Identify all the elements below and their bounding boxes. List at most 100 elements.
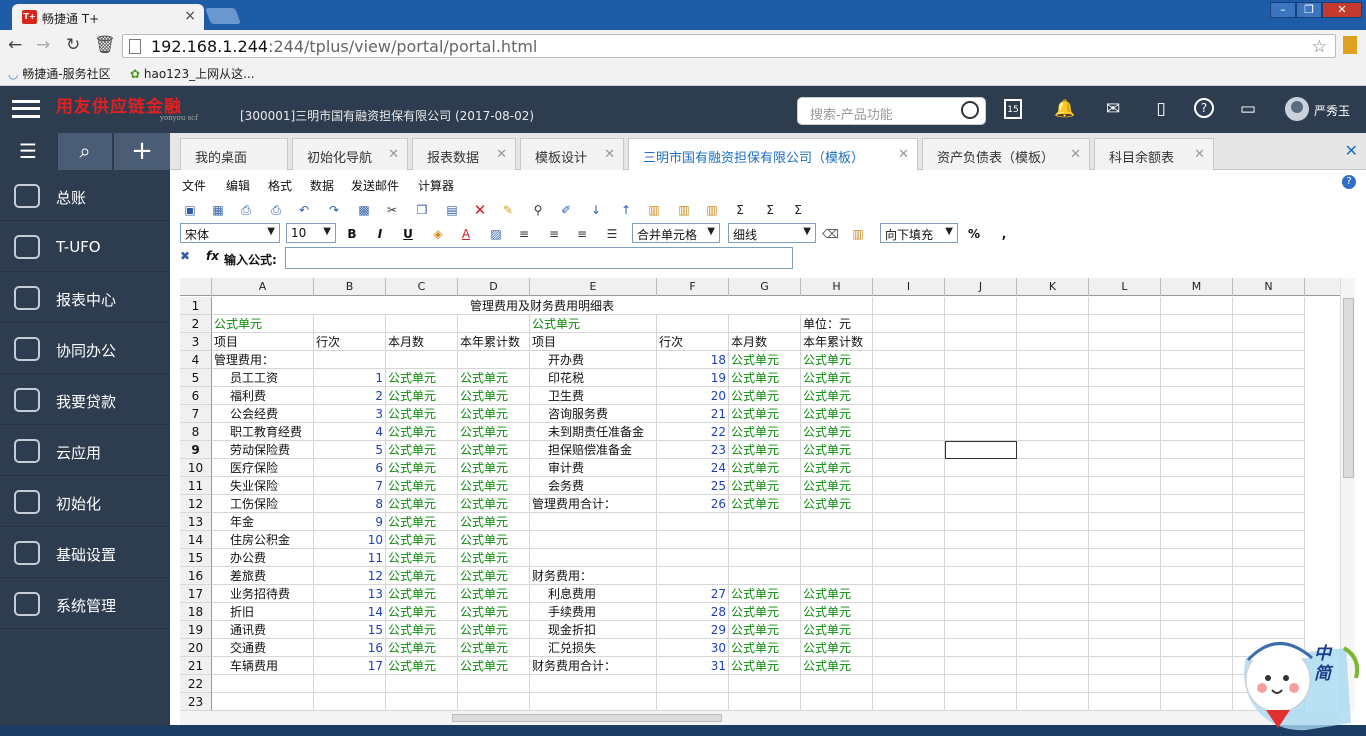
table-cell[interactable]: 公式单元	[729, 495, 801, 513]
table-cell[interactable]	[873, 621, 945, 639]
table-cell[interactable]	[314, 675, 386, 693]
table-cell[interactable]: 公式单元	[801, 657, 873, 675]
sum-col-icon[interactable]: Σ	[790, 202, 806, 218]
table-cell[interactable]: 职工教育经费	[212, 423, 314, 441]
tab-close-icon[interactable]: ✕	[388, 147, 399, 162]
table-cell[interactable]	[873, 657, 945, 675]
table-cell[interactable]	[801, 693, 873, 711]
table-cell[interactable]: 9	[314, 513, 386, 531]
bookmark-item[interactable]: ◡ 畅捷通-服务社区	[8, 65, 111, 82]
help-circle-icon[interactable]: ?	[1342, 175, 1356, 189]
bookmark-star-icon[interactable]: ☆	[1312, 37, 1327, 57]
sidebar-search-icon[interactable]: ⌕	[58, 133, 112, 170]
table-cell[interactable]: 本年累计数	[458, 333, 530, 351]
column-header[interactable]: M	[1161, 278, 1233, 296]
table-cell[interactable]	[873, 333, 945, 351]
table-cell[interactable]: 公式单元	[386, 549, 458, 567]
table-cell[interactable]: 公式单元	[386, 423, 458, 441]
table-cell[interactable]	[1017, 549, 1089, 567]
table-cell[interactable]	[873, 405, 945, 423]
table-cell[interactable]: 公式单元	[729, 477, 801, 495]
table-cell[interactable]	[458, 315, 530, 333]
table-cell[interactable]	[1089, 657, 1161, 675]
table-cell[interactable]	[1161, 693, 1233, 711]
table-cell[interactable]: 公式单元	[386, 621, 458, 639]
table-cell[interactable]: 30	[657, 639, 729, 657]
table-cell[interactable]	[530, 675, 657, 693]
tab-close-icon[interactable]: ×	[184, 8, 196, 24]
table-cell[interactable]	[1089, 567, 1161, 585]
table-cell[interactable]: 5	[314, 441, 386, 459]
select-all-corner[interactable]	[180, 278, 212, 296]
table-cell[interactable]	[945, 495, 1017, 513]
new-tab-button[interactable]	[205, 8, 241, 24]
table-cell[interactable]	[1089, 351, 1161, 369]
table-cell[interactable]	[458, 675, 530, 693]
table-cell[interactable]	[873, 693, 945, 711]
table-cell[interactable]	[1161, 297, 1233, 315]
table-cell[interactable]	[1161, 513, 1233, 531]
maximize-button[interactable]: ❐	[1296, 2, 1322, 18]
table-cell[interactable]	[1089, 423, 1161, 441]
table-cell[interactable]	[1017, 675, 1089, 693]
grid-icon[interactable]: ▩	[356, 202, 372, 218]
table-cell[interactable]: 员工工资	[212, 369, 314, 387]
table-cell[interactable]: 会务费	[530, 477, 657, 495]
table-cell[interactable]	[873, 459, 945, 477]
table-cell[interactable]	[729, 549, 801, 567]
table-cell[interactable]	[1161, 549, 1233, 567]
table-cell[interactable]	[1017, 351, 1089, 369]
table-cell[interactable]: 公式单元	[386, 369, 458, 387]
help-icon[interactable]: ?	[1194, 98, 1214, 118]
table-cell[interactable]	[945, 585, 1017, 603]
column-header[interactable]: G	[729, 278, 801, 296]
cut-icon[interactable]: ✂	[384, 202, 400, 218]
row-header[interactable]: 17	[180, 585, 212, 603]
table-cell[interactable]	[1089, 639, 1161, 657]
table-cell[interactable]	[729, 675, 801, 693]
row-header[interactable]: 19	[180, 621, 212, 639]
table-cell[interactable]: 本月数	[729, 333, 801, 351]
table-cell[interactable]	[945, 693, 1017, 711]
table-cell[interactable]	[801, 531, 873, 549]
column-header[interactable]: E	[530, 278, 657, 296]
table-cell[interactable]	[1233, 405, 1305, 423]
table-cell[interactable]: 公式单元	[458, 423, 530, 441]
table-cell[interactable]	[1161, 675, 1233, 693]
menu-icon[interactable]	[1343, 36, 1357, 54]
table-cell[interactable]	[1233, 297, 1305, 315]
table-cell[interactable]: 公式单元	[801, 441, 873, 459]
table-cell[interactable]: 工伤保险	[212, 495, 314, 513]
table-cell[interactable]	[873, 639, 945, 657]
row-header[interactable]: 11	[180, 477, 212, 495]
table-cell[interactable]: 公式单元	[458, 567, 530, 585]
table-cell[interactable]: 公式单元	[386, 567, 458, 585]
table-cell[interactable]	[1161, 603, 1233, 621]
table-cell[interactable]: 公式单元	[458, 603, 530, 621]
table-cell[interactable]: 项目	[530, 333, 657, 351]
border-icon[interactable]: ▨	[488, 226, 504, 242]
table-cell[interactable]: 公式单元	[458, 585, 530, 603]
table-cell[interactable]	[1089, 315, 1161, 333]
table-cell[interactable]	[1161, 441, 1233, 459]
table-cell[interactable]	[1017, 657, 1089, 675]
sidebar-item[interactable]: 总账	[0, 170, 170, 221]
column-header[interactable]: K	[1017, 278, 1089, 296]
formula-input[interactable]	[285, 247, 793, 269]
table-cell[interactable]	[873, 315, 945, 333]
table-cell[interactable]: 29	[657, 621, 729, 639]
row-header[interactable]: 4	[180, 351, 212, 369]
save-icon[interactable]: ▣	[182, 202, 198, 218]
sidebar-item[interactable]: 云应用	[0, 425, 170, 476]
save-as-icon[interactable]: ▦	[210, 202, 226, 218]
bookmark-item[interactable]: ✿ hao123_上网从这...	[130, 65, 255, 82]
table-cell[interactable]: 26	[657, 495, 729, 513]
table-cell[interactable]	[386, 315, 458, 333]
row-header[interactable]: 16	[180, 567, 212, 585]
table-cell[interactable]	[1233, 549, 1305, 567]
table-cell[interactable]	[945, 531, 1017, 549]
table-cell[interactable]: 2	[314, 387, 386, 405]
align-center-icon[interactable]: ≡	[546, 226, 562, 242]
table-cell[interactable]: 车辆费用	[212, 657, 314, 675]
table-cell[interactable]	[1161, 657, 1233, 675]
